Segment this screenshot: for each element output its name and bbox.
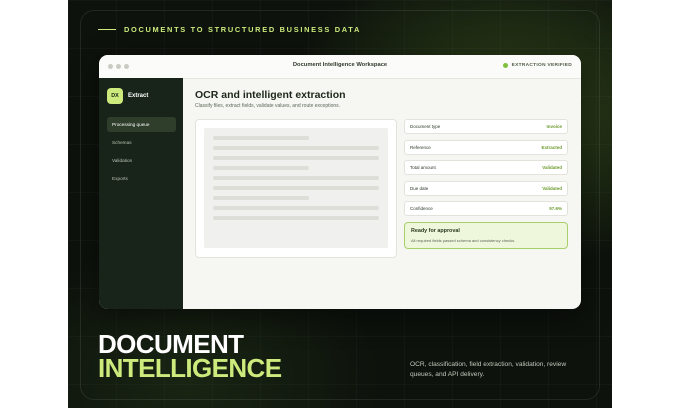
sidebar-nav: Processing queue Schemas Validation Expo… bbox=[107, 117, 176, 189]
main-content: OCR and intelligent extraction Classify … bbox=[183, 78, 581, 309]
page-subtitle: Classify files, extract fields, validate… bbox=[195, 103, 341, 109]
field-value: Validated bbox=[542, 165, 562, 170]
headline: DOCUMENT INTELLIGENCE bbox=[98, 331, 282, 383]
sidebar-item-exports[interactable]: Exports bbox=[107, 171, 176, 186]
tagline: DOCUMENTS TO STRUCTURED BUSINESS DATA bbox=[98, 25, 361, 34]
document-text-line bbox=[213, 146, 379, 150]
field-row-reference[interactable]: Reference Extracted bbox=[404, 139, 568, 155]
sidebar-item-validation[interactable]: Validation bbox=[107, 153, 176, 168]
sidebar: DX Extract Processing queue Schemas Vali… bbox=[99, 78, 183, 309]
sidebar-item-processing-queue[interactable]: Processing queue bbox=[107, 117, 176, 132]
page-title: OCR and intelligent extraction bbox=[195, 89, 346, 101]
document-text-line bbox=[213, 216, 379, 220]
approval-card[interactable]: Ready for approval All required fields p… bbox=[404, 222, 568, 249]
field-row-confidence[interactable]: Confidence 97.6% bbox=[404, 201, 568, 216]
field-label: Reference bbox=[410, 144, 431, 150]
field-value: Validated bbox=[542, 185, 562, 191]
app-window: Document Intelligence Workspace EXTRACTI… bbox=[99, 55, 581, 309]
document-text-line bbox=[213, 186, 379, 190]
field-value: Extracted bbox=[541, 144, 562, 150]
document-preview[interactable] bbox=[195, 119, 397, 258]
title-bar: Document Intelligence Workspace EXTRACTI… bbox=[99, 55, 581, 79]
document-page bbox=[204, 128, 388, 248]
extraction-status: EXTRACTION VERIFIED bbox=[502, 63, 572, 68]
field-label: Confidence bbox=[410, 206, 433, 211]
tagline-dash bbox=[98, 28, 116, 31]
field-value: Invoice bbox=[546, 124, 562, 129]
field-row-total-amount[interactable]: Total amount Validated bbox=[404, 160, 568, 175]
poster: DOCUMENTS TO STRUCTURED BUSINESS DATA Do… bbox=[68, 0, 612, 408]
status-dot-icon bbox=[502, 63, 508, 68]
field-value: 97.6% bbox=[549, 206, 562, 211]
field-row-document-type[interactable]: Document type Invoice bbox=[404, 119, 568, 134]
document-text-line bbox=[213, 166, 309, 170]
logo-mark-icon: DX bbox=[107, 88, 123, 104]
app-logo[interactable]: DX Extract bbox=[107, 88, 148, 104]
sidebar-item-schemas[interactable]: Schemas bbox=[107, 135, 176, 150]
field-label: Total amount bbox=[410, 165, 436, 170]
document-text-line bbox=[213, 176, 379, 180]
extracted-fields: Document type Invoice Reference Extracte… bbox=[404, 119, 568, 222]
field-label: Document type bbox=[410, 124, 441, 129]
field-row-due-date[interactable]: Due date Validated bbox=[404, 180, 568, 196]
document-text-line bbox=[213, 196, 309, 200]
headline-line-2: INTELLIGENCE bbox=[98, 353, 282, 383]
approval-detail: All required fields passed schema and co… bbox=[411, 238, 516, 243]
field-label: Due date bbox=[410, 185, 429, 191]
logo-name: Extract bbox=[128, 93, 149, 99]
approval-title: Ready for approval bbox=[411, 228, 460, 234]
summary-text: OCR, classification, field extraction, v… bbox=[410, 361, 567, 378]
document-text-line bbox=[213, 206, 379, 210]
tagline-text: DOCUMENTS TO STRUCTURED BUSINESS DATA bbox=[124, 25, 361, 34]
document-text-line bbox=[213, 136, 309, 140]
document-text-line bbox=[213, 156, 379, 160]
extraction-status-label: EXTRACTION VERIFIED bbox=[511, 63, 572, 68]
